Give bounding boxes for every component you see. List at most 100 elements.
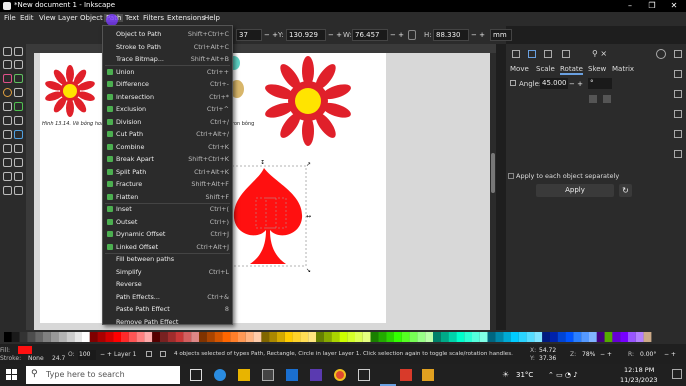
palette-swatch[interactable] (526, 332, 535, 342)
menu-item-cut-path[interactable]: Cut Path Ctrl+Alt+/ (103, 128, 232, 140)
dropper-tool-icon[interactable] (14, 144, 23, 153)
menu-edit[interactable]: Edit (20, 14, 34, 22)
menu-item-reverse[interactable]: Reverse (103, 278, 232, 290)
palette-swatch[interactable] (635, 332, 644, 342)
cmd-icon-2[interactable] (674, 70, 682, 78)
angle-input[interactable]: 45.000 (540, 78, 568, 89)
tab-move[interactable]: Move (510, 65, 529, 73)
palette-swatch[interactable] (550, 332, 558, 342)
palette-swatch[interactable] (238, 332, 246, 342)
menu-extensions[interactable]: Extensions (167, 14, 205, 22)
pen-tool-icon[interactable] (3, 116, 12, 125)
selector-tool-icon[interactable] (3, 47, 12, 56)
tab-skew[interactable]: Skew (588, 65, 606, 73)
calligraphy-tool-icon[interactable] (14, 116, 23, 125)
menu-item-division[interactable]: Division Ctrl+/ (103, 116, 232, 128)
palette-swatch[interactable] (495, 332, 504, 342)
cmd-icon-4[interactable] (674, 110, 682, 118)
layer-lock-icon[interactable] (160, 351, 166, 357)
measure-tool-icon[interactable] (14, 60, 23, 69)
star-tool-icon[interactable] (14, 88, 23, 97)
palette-swatch[interactable] (277, 332, 285, 342)
menu-item-object-to-path[interactable]: Object to Path Shift+Ctrl+C (103, 28, 232, 40)
inkscape-taskbar-icon[interactable] (358, 369, 370, 381)
panel-icon-2[interactable] (528, 50, 536, 58)
tweak-tool-icon[interactable] (14, 158, 23, 167)
scroll-thumb[interactable] (491, 153, 495, 193)
panel-icon-3[interactable] (544, 50, 552, 58)
palette-swatch[interactable] (230, 332, 238, 342)
apply-button[interactable]: Apply (536, 184, 614, 197)
palette-swatch[interactable] (511, 332, 519, 342)
palette-swatch[interactable] (323, 332, 332, 342)
menu-item-paste-path-effect[interactable]: Paste Path Effect 8 (103, 303, 232, 315)
palette-swatch[interactable] (386, 332, 394, 342)
y-field[interactable]: 130.929 (286, 29, 326, 41)
menu-file[interactable]: File (4, 14, 16, 22)
palette-swatch[interactable] (316, 332, 324, 342)
palette-swatch[interactable] (573, 332, 582, 342)
opacity-stepper-icon[interactable]: − + (100, 351, 112, 358)
palette-swatch[interactable] (11, 332, 20, 342)
lpe-tool-icon[interactable] (14, 186, 23, 195)
palette-swatch[interactable] (19, 332, 28, 342)
menu-item-fracture[interactable]: Fracture Shift+Alt+F (103, 178, 232, 190)
mail-icon[interactable] (286, 369, 298, 381)
palette-swatch[interactable] (308, 332, 316, 342)
palette-swatch[interactable] (43, 332, 51, 342)
palette-swatch[interactable] (362, 332, 371, 342)
cmd-icon-3[interactable] (674, 90, 682, 98)
palette-swatch[interactable] (503, 332, 511, 342)
zoom-stepper-icon[interactable]: − + (600, 351, 612, 358)
spray-tool-icon[interactable] (3, 172, 12, 181)
rotation-value[interactable]: 0.00° (640, 351, 656, 358)
palette-swatch[interactable] (339, 332, 348, 342)
palette-swatch[interactable] (97, 332, 106, 342)
menu-item-intersection[interactable]: Intersection Ctrl+* (103, 91, 232, 103)
palette-swatch[interactable] (253, 332, 262, 342)
store-icon[interactable] (262, 369, 274, 381)
cmd-icon-6[interactable] (674, 150, 682, 158)
opacity-input[interactable]: 100 (78, 350, 96, 360)
palette-swatch[interactable] (472, 332, 480, 342)
tray-icons[interactable]: ⌃ ▭ ◔ ♪ (548, 371, 578, 379)
x-stepper-icon[interactable]: − + (264, 31, 278, 39)
palette-swatch[interactable] (89, 332, 98, 342)
vertical-scrollbar[interactable] (490, 53, 496, 330)
palette-swatch[interactable] (331, 332, 340, 342)
ellipse-tool-icon[interactable] (3, 88, 12, 97)
menu-text[interactable]: Text (125, 14, 139, 22)
spiral-tool-icon[interactable] (3, 102, 12, 111)
tab-scale[interactable]: Scale (536, 65, 555, 73)
taskbar-search-box[interactable]: ⚲ Type here to search (26, 366, 180, 384)
palette-swatch[interactable] (456, 332, 465, 342)
3d-box-tool-icon[interactable] (14, 74, 23, 83)
cmd-icon-1[interactable] (674, 50, 682, 58)
palette-swatch[interactable] (144, 332, 153, 342)
palette-swatch[interactable] (401, 332, 410, 342)
palette-swatch[interactable] (128, 332, 137, 342)
palette-swatch[interactable] (284, 332, 293, 342)
palette-swatch[interactable] (628, 332, 636, 342)
large-flower-image[interactable] (262, 55, 354, 147)
h-stepper-icon[interactable]: − + (471, 31, 485, 39)
palette-swatch[interactable] (269, 332, 277, 342)
layer-visibility-icon[interactable] (146, 351, 152, 357)
eraser-tool-icon[interactable] (14, 172, 23, 181)
panel-icon-1[interactable] (512, 50, 520, 58)
close-button[interactable]: ✕ (664, 0, 684, 12)
teams-icon[interactable] (310, 369, 322, 381)
menu-item-path-effects[interactable]: Path Effects... Ctrl+& (103, 291, 232, 303)
menu-view[interactable]: View (39, 14, 56, 22)
w-stepper-icon[interactable]: − + (390, 31, 404, 39)
menu-item-split-path[interactable]: Split Path Ctrl+Alt+K (103, 166, 232, 178)
palette-swatch[interactable] (292, 332, 301, 342)
mesh-tool-icon[interactable] (3, 144, 12, 153)
small-flower-image[interactable] (42, 63, 98, 119)
app-icon[interactable] (422, 369, 434, 381)
layer-select[interactable]: Layer 1 (114, 351, 136, 358)
menu-item-union[interactable]: Union Ctrl++ (103, 66, 232, 78)
maximize-button[interactable]: ❐ (642, 0, 662, 12)
palette-swatch[interactable] (596, 332, 605, 342)
rotate-ccw-button[interactable] (589, 95, 597, 103)
